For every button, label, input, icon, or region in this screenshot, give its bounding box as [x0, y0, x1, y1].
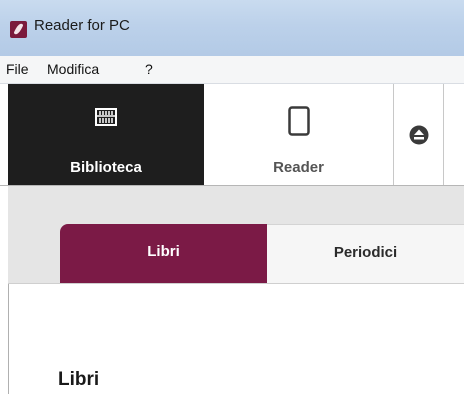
library-button-label: Biblioteca — [70, 159, 142, 176]
app-window: Reader for PC File Modifica ? Biblioteca — [0, 0, 464, 394]
window-title: Reader for PC — [34, 17, 130, 34]
app-logo-icon — [10, 21, 27, 38]
content-area: Libri Periodici Libri — [0, 186, 464, 394]
ereader-device-icon — [288, 106, 310, 136]
content-divider — [8, 284, 9, 394]
section-heading: Libri — [58, 369, 100, 390]
reader-button[interactable]: Reader — [204, 84, 394, 185]
bookshelf-icon — [95, 108, 117, 126]
tab-strip: Libri Periodici — [8, 186, 464, 284]
main-toolbar: Biblioteca Reader — [0, 84, 464, 186]
menu-bar: File Modifica ? — [0, 56, 464, 84]
menu-edit[interactable]: Modifica — [47, 61, 99, 77]
reader-button-label: Reader — [273, 159, 324, 176]
menu-file[interactable]: File — [6, 61, 29, 77]
tab-periodicals[interactable]: Periodici — [267, 224, 464, 283]
menu-help[interactable]: ? — [145, 61, 153, 77]
tab-books[interactable]: Libri — [60, 224, 267, 283]
title-bar: Reader for PC — [0, 0, 464, 56]
eject-button[interactable] — [394, 84, 444, 185]
library-button[interactable]: Biblioteca — [8, 84, 204, 185]
eject-icon — [409, 125, 429, 145]
